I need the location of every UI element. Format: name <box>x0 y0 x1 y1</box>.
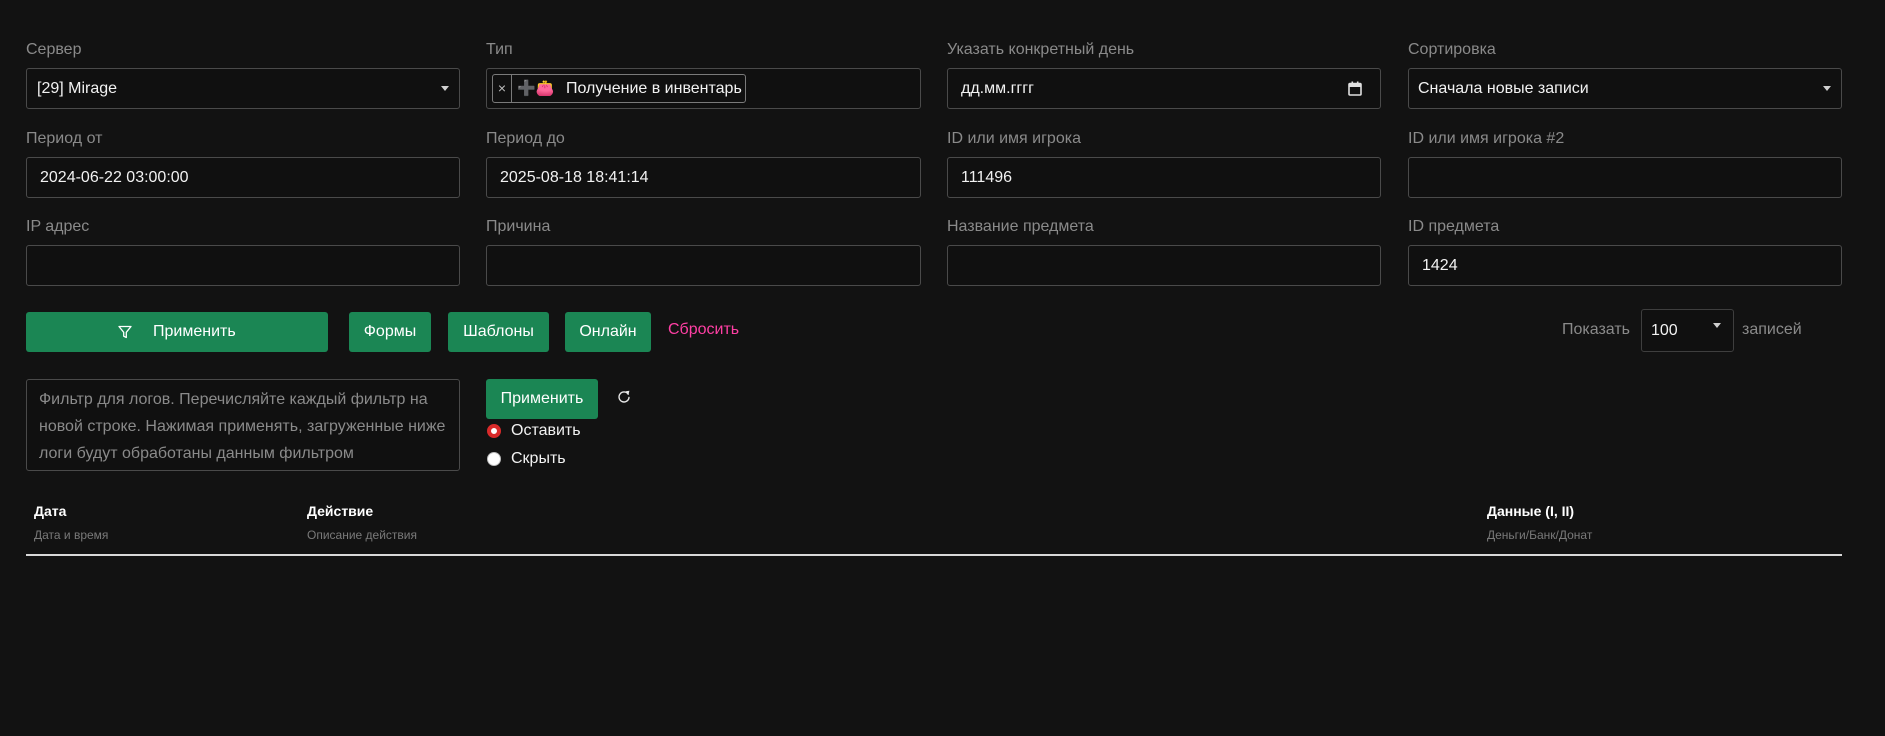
type-multiselect[interactable]: × ➕👛 Получение в инвентарь <box>486 68 921 109</box>
column-data-title: Данные (I, II) <box>1487 503 1575 519</box>
templates-button[interactable]: Шаблоны <box>448 312 549 352</box>
hide-label: Скрыть <box>511 450 566 467</box>
online-button[interactable]: Онлайн <box>565 312 651 352</box>
page-size-select[interactable]: 100 <box>1641 309 1734 352</box>
type-label: Тип <box>486 41 513 58</box>
type-tag-icon: ➕👛 <box>517 80 555 97</box>
column-date-title: Дата <box>34 503 67 519</box>
type-tag: × ➕👛 Получение в инвентарь <box>492 74 746 103</box>
player2-input[interactable] <box>1408 157 1842 198</box>
sort-label: Сортировка <box>1408 41 1496 58</box>
type-tag-label: Получение в инвентарь <box>566 80 742 97</box>
column-date-subtitle: Дата и время <box>34 528 109 542</box>
remove-tag-button[interactable]: × <box>493 75 512 102</box>
log-filter-apply-button[interactable]: Применить <box>486 379 598 419</box>
item-name-input[interactable] <box>947 245 1381 286</box>
period-from-input[interactable]: 2024-06-22 03:00:00 <box>26 157 460 198</box>
records-label: записей <box>1742 321 1802 338</box>
show-label: Показать <box>1562 321 1631 338</box>
player-input[interactable]: 111496 <box>947 157 1381 198</box>
day-date-input[interactable]: дд.мм.гггг <box>947 68 1381 109</box>
apply-button-label: Применить <box>153 323 236 340</box>
server-value: [29] Mirage <box>37 80 118 97</box>
keep-label: Оставить <box>511 422 581 439</box>
column-action-title: Действие <box>307 503 374 519</box>
item-id-label: ID предмета <box>1408 218 1500 235</box>
reason-input[interactable] <box>486 245 921 286</box>
item-name-label: Название предмета <box>947 218 1094 235</box>
hide-radio[interactable] <box>487 452 501 466</box>
sort-select[interactable]: Сначала новые записи <box>1408 68 1842 109</box>
log-filter-textarea[interactable]: Фильтр для логов. Перечисляйте каждый фи… <box>26 379 460 471</box>
refresh-icon[interactable] <box>617 390 631 404</box>
page-size-value: 100 <box>1651 322 1678 339</box>
server-label: Сервер <box>26 41 82 58</box>
day-placeholder: дд.мм.гггг <box>961 80 1034 97</box>
table-header-divider <box>26 554 1842 556</box>
reason-label: Причина <box>486 218 551 235</box>
column-action-subtitle: Описание действия <box>307 528 417 542</box>
day-label: Указать конкретный день <box>947 41 1135 58</box>
reset-link[interactable]: Сбросить <box>668 321 739 339</box>
ip-label: IP адрес <box>26 218 90 235</box>
server-select[interactable]: [29] Mirage <box>26 68 460 109</box>
item-id-input[interactable]: 1424 <box>1408 245 1842 286</box>
sort-value: Сначала новые записи <box>1418 80 1589 97</box>
period-to-label: Период до <box>486 130 565 147</box>
chevron-down-icon <box>1713 323 1721 328</box>
apply-button[interactable]: Применить <box>26 312 328 352</box>
player2-label: ID или имя игрока #2 <box>1408 130 1565 147</box>
period-to-input[interactable]: 2025-08-18 18:41:14 <box>486 157 921 198</box>
chevron-down-icon <box>441 86 449 91</box>
period-from-label: Период от <box>26 130 103 147</box>
filter-icon <box>118 325 132 339</box>
forms-button[interactable]: Формы <box>349 312 431 352</box>
player-label: ID или имя игрока <box>947 130 1081 147</box>
column-data-subtitle: Деньги/Банк/Донат <box>1487 528 1593 542</box>
keep-radio[interactable] <box>487 424 501 438</box>
chevron-down-icon <box>1823 86 1831 91</box>
ip-input[interactable] <box>26 245 460 286</box>
calendar-icon[interactable] <box>1348 81 1362 96</box>
